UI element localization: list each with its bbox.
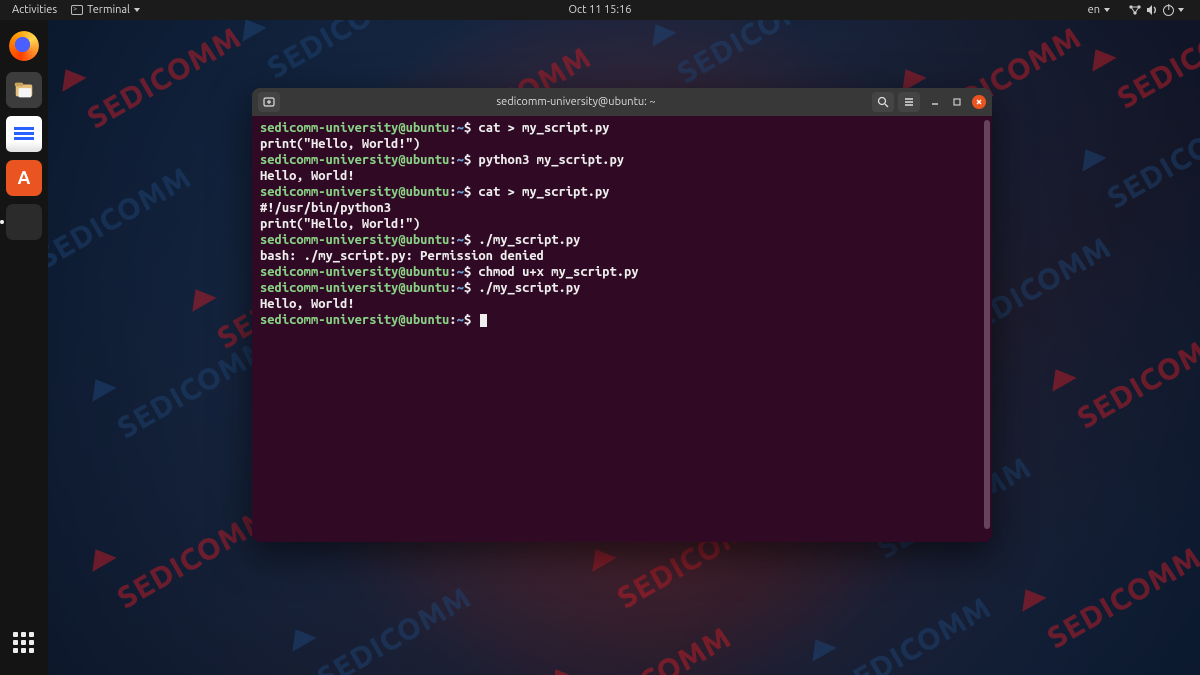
terminal-line: #!/usr/bin/python3 (260, 200, 984, 216)
wallpaper-text: SEDICOMM (671, 20, 836, 90)
terminal-line: Hello, World! (260, 296, 984, 312)
new-tab-button[interactable] (258, 92, 280, 112)
dock-terminal[interactable] (6, 204, 42, 240)
wallpaper-triangle-icon (643, 20, 676, 47)
terminal-body[interactable]: sedicomm-university@ubuntu:~$ cat > my_s… (252, 116, 992, 542)
wallpaper-text: SEDICOMM (261, 20, 426, 85)
terminal-scrollbar[interactable] (984, 120, 990, 529)
wallpaper-triangle-icon (1083, 42, 1116, 72)
chevron-down-icon (1104, 8, 1110, 12)
wallpaper-triangle-icon (803, 632, 836, 662)
search-button[interactable] (872, 92, 894, 112)
wallpaper-text: SEDICOMM (571, 619, 736, 675)
power-icon (1163, 5, 1174, 16)
terminal-line: sedicomm-university@ubuntu:~$ ./my_scrip… (260, 280, 984, 296)
dock (0, 20, 48, 675)
new-tab-icon (262, 95, 276, 109)
volume-icon (1146, 4, 1159, 16)
window-close-button[interactable] (972, 95, 986, 109)
wallpaper-triangle-icon (1073, 142, 1106, 172)
hamburger-menu-button[interactable] (898, 92, 920, 112)
system-status-area[interactable] (1124, 2, 1188, 18)
language-indicator[interactable]: en (1084, 2, 1114, 18)
wallpaper-triangle-icon (1013, 582, 1046, 612)
wallpaper-triangle-icon (53, 62, 86, 92)
terminal-line: Hello, World! (260, 168, 984, 184)
wallpaper-triangle-icon (583, 542, 616, 572)
window-title: sedicomm-university@ubuntu: ~ (284, 96, 868, 108)
wallpaper-text: SEDICOMM (1101, 99, 1200, 214)
wallpaper-text: SEDICOMM (48, 159, 196, 274)
clock-button[interactable]: Oct 11 15:16 (565, 2, 636, 18)
dock-libreoffice-writer[interactable] (6, 116, 42, 152)
terminal-line: print("Hello, World!") (260, 136, 984, 152)
terminal-line: sedicomm-university@ubuntu:~$ cat > my_s… (260, 184, 984, 200)
wallpaper-triangle-icon (543, 662, 576, 675)
chevron-down-icon (134, 8, 140, 12)
wallpaper-text: SEDICOMM (831, 589, 996, 675)
wallpaper-triangle-icon (183, 282, 216, 312)
maximize-icon (952, 97, 962, 107)
wallpaper-text: SEDICOMM (1111, 20, 1200, 115)
wallpaper-text: SEDICOMM (81, 20, 246, 135)
terminal-line: sedicomm-university@ubuntu:~$ cat > my_s… (260, 120, 984, 136)
terminal-line: sedicomm-university@ubuntu:~$ chmod u+x … (260, 264, 984, 280)
search-icon (876, 95, 890, 109)
hamburger-icon (902, 95, 916, 109)
dock-firefox[interactable] (6, 28, 42, 64)
top-panel: Activities Terminal Oct 11 15:16 en (0, 0, 1200, 20)
activities-button[interactable]: Activities (8, 2, 61, 18)
chevron-down-icon (1178, 8, 1184, 12)
language-label: en (1088, 4, 1100, 16)
terminal-line: sedicomm-university@ubuntu:~$ ./my_scrip… (260, 232, 984, 248)
terminal-line: sedicomm-university@ubuntu:~$ python3 my… (260, 152, 984, 168)
wallpaper-text: SEDICOMM (311, 579, 476, 675)
wallpaper-text: SEDICOMM (1041, 539, 1200, 654)
terminal-line: bash: ./my_script.py: Permission denied (260, 248, 984, 264)
grid-icon (13, 632, 35, 654)
terminal-line: sedicomm-university@ubuntu:~$ (260, 312, 984, 328)
network-icon (1128, 4, 1142, 16)
dock-ubuntu-software[interactable] (6, 160, 42, 196)
window-minimize-button[interactable] (928, 95, 942, 109)
terminal-icon (71, 5, 83, 15)
terminal-line: print("Hello, World!") (260, 216, 984, 232)
wallpaper-triangle-icon (1043, 362, 1076, 392)
window-maximize-button[interactable] (950, 95, 964, 109)
window-titlebar[interactable]: sedicomm-university@ubuntu: ~ (252, 88, 992, 116)
wallpaper-triangle-icon (283, 622, 316, 652)
app-menu-button[interactable]: Terminal (67, 2, 144, 18)
minimize-icon (930, 97, 940, 107)
wallpaper-triangle-icon (83, 542, 116, 572)
files-icon (13, 79, 35, 101)
clock-label: Oct 11 15:16 (569, 4, 632, 16)
terminal-window: sedicomm-university@ubuntu: ~ sedicomm-u… (252, 88, 992, 542)
dock-show-apps[interactable] (6, 625, 42, 661)
wallpaper-text: SEDICOMM (1071, 319, 1200, 434)
app-menu-label: Terminal (87, 4, 130, 16)
dock-files[interactable] (6, 72, 42, 108)
close-icon (974, 97, 984, 107)
terminal-cursor (480, 314, 487, 327)
wallpaper-triangle-icon (83, 372, 116, 402)
activities-label: Activities (12, 4, 57, 16)
